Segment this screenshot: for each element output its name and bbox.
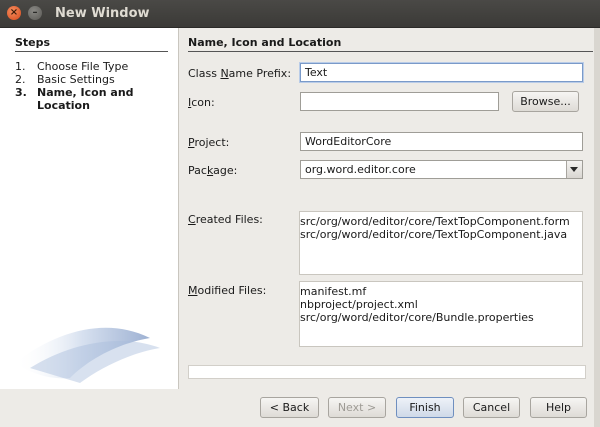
cancel-button[interactable]: Cancel [463, 397, 520, 418]
step-number: 2. [15, 73, 26, 86]
project-label: Project: [188, 136, 230, 149]
class-name-prefix-label: Class Name Prefix: [188, 67, 292, 80]
back-button[interactable]: < Back [260, 397, 319, 418]
package-combobox[interactable]: org.word.editor.core [300, 160, 583, 179]
button-bar: < Back Next > Finish Cancel Help [0, 389, 600, 427]
package-value: org.word.editor.core [305, 163, 416, 176]
window-title: New Window [55, 6, 150, 21]
steps-panel: Steps 1. Choose File Type 2. Basic Setting… [0, 28, 179, 389]
icon-label: Icon: [188, 96, 215, 109]
step-label: Choose File Type [37, 60, 129, 73]
step-label: Basic Settings [37, 73, 115, 86]
list-item: src/org/word/editor/core/Bundle.properti… [300, 311, 534, 324]
title-bar[interactable]: × – New Window [0, 0, 600, 28]
window-edge [594, 28, 600, 427]
project-input[interactable]: WordEditorCore [300, 132, 583, 151]
modified-files-list: manifest.mf nbproject/project.xml src/or… [299, 281, 583, 347]
package-label: Package: [188, 164, 238, 177]
minimize-icon[interactable]: – [28, 6, 42, 20]
created-files-list: src/org/word/editor/core/TextTopComponen… [299, 211, 583, 275]
close-icon[interactable]: × [7, 6, 21, 20]
list-item: manifest.mf [300, 285, 367, 298]
step-number: 3. [15, 86, 27, 99]
list-item: src/org/word/editor/core/TextTopComponen… [300, 215, 570, 228]
step-label: Name, Icon and Location [37, 86, 134, 112]
panel-heading: Name, Icon and Location [188, 36, 593, 52]
steps-heading: Steps [15, 36, 168, 52]
step-item-current: 3. Name, Icon and Location [15, 86, 165, 112]
chevron-down-icon[interactable] [566, 161, 582, 178]
list-item: nbproject/project.xml [300, 298, 418, 311]
main-panel: Name, Icon and Location Class Name Prefi… [179, 28, 600, 389]
help-button[interactable]: Help [530, 397, 587, 418]
finish-button[interactable]: Finish [396, 397, 454, 418]
list-item: src/org/word/editor/core/TextTopComponen… [300, 228, 568, 241]
class-name-prefix-input[interactable]: Text [300, 63, 583, 82]
info-area [188, 365, 586, 379]
step-number: 1. [15, 60, 26, 73]
step-item: 1. Choose File Type [15, 60, 165, 73]
new-window-dialog: × – New Window Steps 1. Choose File Type … [0, 0, 600, 427]
browse-button[interactable]: Browse... [512, 91, 579, 112]
created-files-label: Created Files: [188, 213, 263, 226]
modified-files-label: Modified Files: [188, 284, 267, 297]
wizard-swoosh-graphic [15, 327, 160, 383]
step-item: 2. Basic Settings [15, 73, 165, 86]
next-button[interactable]: Next > [328, 397, 386, 418]
icon-input[interactable] [300, 92, 499, 111]
